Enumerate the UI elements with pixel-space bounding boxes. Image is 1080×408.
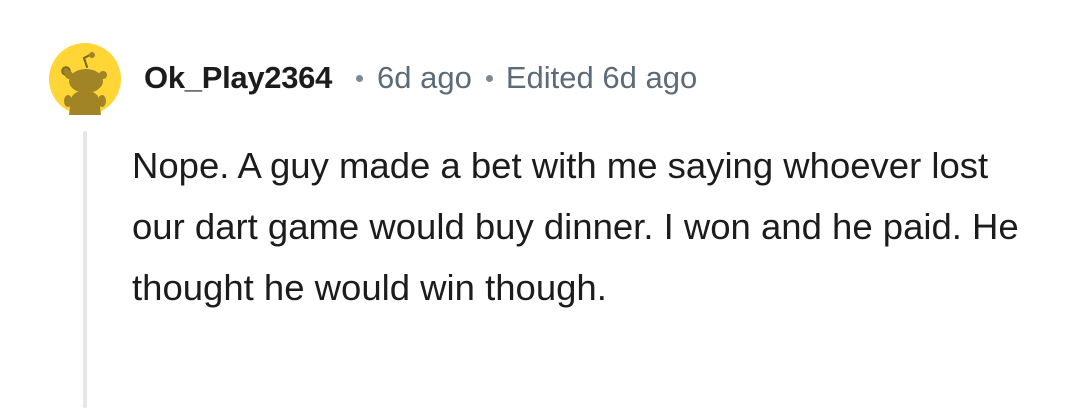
comment: Ok_Play2364 6d ago Edited 6d ago Nope. A… (0, 0, 1080, 408)
username-link[interactable]: Ok_Play2364 (144, 60, 332, 96)
comment-body: Nope. A guy made a bet with me saying wh… (132, 145, 1019, 308)
thread-line[interactable] (83, 131, 87, 408)
reddit-snoo-icon (49, 43, 121, 115)
avatar[interactable] (49, 43, 121, 115)
comment-meta: Ok_Play2364 6d ago Edited 6d ago (144, 56, 697, 100)
edited-timestamp: Edited 6d ago (505, 60, 698, 95)
comment-timestamp: 6d ago (377, 60, 472, 95)
separator-dot (356, 74, 364, 82)
separator-dot (485, 74, 493, 82)
